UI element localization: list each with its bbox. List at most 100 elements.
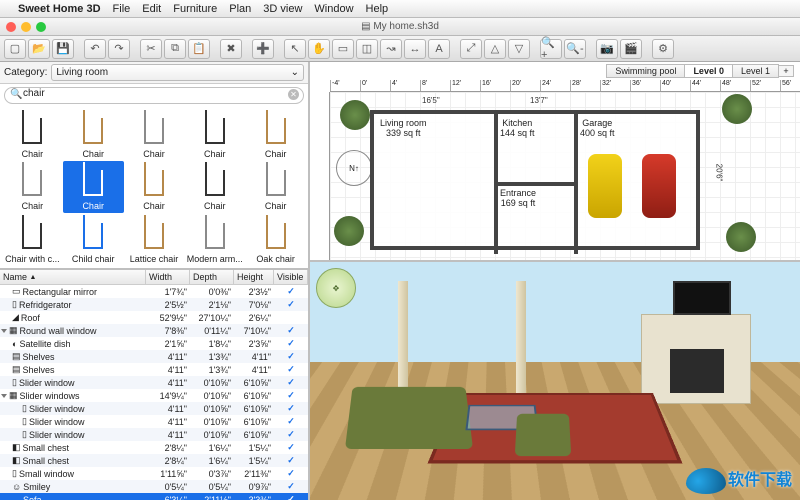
toolbar-preferences-button[interactable]: ⚙ — [652, 39, 674, 59]
app-menu[interactable]: Sweet Home 3D — [18, 3, 101, 15]
furniture-row[interactable]: ▭Rectangular mirror1'7¾"0'0⅜"2'3½"✓ — [0, 285, 308, 298]
category-select[interactable]: Living room ⌄ — [51, 64, 304, 81]
catalog-item[interactable]: Chair — [124, 108, 185, 161]
furniture-row[interactable]: ▯Slider window4'11"0'10⅝"6'10⅝"✓ — [0, 428, 308, 441]
catalog-item[interactable]: Lattice chair — [124, 213, 185, 266]
disclosure-triangle-icon[interactable] — [1, 394, 7, 398]
menu-3dview[interactable]: 3D view — [263, 3, 302, 15]
furniture-row[interactable]: ▯Small window1'11⅝"0'3⅞"2'11⅜"✓ — [0, 467, 308, 480]
furniture-row[interactable]: ▦Round wall window7'8⅜"0'11¼"7'10¼"✓ — [0, 324, 308, 337]
furniture-row[interactable]: ◧Small chest2'8¼"1'6¼"1'5¼"✓ — [0, 454, 308, 467]
house-outline[interactable]: Living room339 sq ft Kitchen144 sq ft Entr… — [370, 110, 700, 250]
menu-file[interactable]: File — [113, 3, 131, 15]
plan-canvas[interactable]: N↑ 16'5" 13'7" 20'6" Living room339 sq f… — [330, 92, 800, 260]
toolbar-open-button[interactable]: 📂 — [28, 39, 50, 59]
window-close-button[interactable] — [6, 22, 16, 32]
room-label[interactable]: Kitchen144 sq ft — [500, 118, 535, 138]
furniture-row[interactable]: ◐Satellite dish2'1⅝"1'8¼"2'3⅝"✓ — [0, 337, 308, 350]
furniture-row[interactable]: ▦Slider windows14'9¼"0'10⅝"6'10⅝"✓ — [0, 389, 308, 402]
toolbar-copy-button[interactable]: ⧉ — [164, 39, 186, 59]
window-zoom-button[interactable] — [36, 22, 46, 32]
toolbar-paste-button[interactable]: 📋 — [188, 39, 210, 59]
plan-2d-panel[interactable]: Swimming pool Level 0 Level 1 + -4'0'4'8… — [310, 62, 800, 262]
view-3d-panel[interactable]: ✥ 软件下载 — [310, 262, 800, 500]
toolbar-redo-button[interactable]: ↷ — [108, 39, 130, 59]
toolbar-new-button[interactable]: ▢ — [4, 39, 26, 59]
visible-checkbox[interactable]: ✓ — [287, 429, 295, 439]
furniture-list-body[interactable]: ▭Rectangular mirror1'7¾"0'0⅜"2'3½"✓▯Refr… — [0, 285, 308, 500]
catalog-item[interactable]: Chair — [2, 108, 63, 161]
furniture-row[interactable]: ▯Refridgerator2'5½"2'1⅛"7'0⅛"✓ — [0, 298, 308, 311]
catalog-item[interactable]: Chair — [2, 161, 63, 214]
furniture-row[interactable]: ▯Slider window4'11"0'10⅝"6'10⅝"✓ — [0, 415, 308, 428]
toolbar-zoom-in-button[interactable]: 🔍+ — [540, 39, 562, 59]
visible-checkbox[interactable]: ✓ — [287, 468, 295, 478]
tab-level-1[interactable]: Level 1 — [732, 64, 779, 78]
visible-checkbox[interactable]: ✓ — [287, 377, 295, 387]
furniture-row[interactable]: ☺Smiley0'5¼"0'5¼"0'9⅞"✓ — [0, 480, 308, 493]
catalog-item[interactable]: Chair — [184, 161, 245, 214]
toolbar-photo-button[interactable]: 📷 — [596, 39, 618, 59]
menu-edit[interactable]: Edit — [142, 3, 161, 15]
col-header-depth[interactable]: Depth — [190, 270, 234, 284]
plant-icon[interactable] — [726, 222, 756, 252]
catalog-search-input[interactable]: 🔍 chair ✕ — [4, 87, 304, 104]
visible-checkbox[interactable]: ✓ — [287, 455, 295, 465]
tab-swimming-pool[interactable]: Swimming pool — [606, 64, 685, 78]
toolbar-polyline-button[interactable]: ↝ — [380, 39, 402, 59]
toolbar-zoom-out-button[interactable]: 🔍- — [564, 39, 586, 59]
toolbar-undo-button[interactable]: ↶ — [84, 39, 106, 59]
catalog-item[interactable]: Chair — [63, 161, 124, 214]
furniture-row[interactable]: ▯Slider window4'11"0'10⅝"6'10⅝"✓ — [0, 376, 308, 389]
col-header-name[interactable]: Name ▲ — [0, 270, 146, 284]
furniture-row[interactable]: ▯Slider window4'11"0'10⅝"6'10⅝"✓ — [0, 402, 308, 415]
visible-checkbox[interactable]: ✓ — [287, 364, 295, 374]
col-header-visible[interactable]: Visible — [274, 270, 308, 284]
catalog-item[interactable]: Chair — [63, 108, 124, 161]
visible-checkbox[interactable]: ✓ — [287, 299, 295, 309]
col-header-height[interactable]: Height — [234, 270, 274, 284]
disclosure-triangle-icon[interactable] — [1, 329, 7, 333]
toolbar-room-button[interactable]: ◫ — [356, 39, 378, 59]
window-minimize-button[interactable] — [21, 22, 31, 32]
catalog-item[interactable]: Chair — [124, 161, 185, 214]
plant-icon[interactable] — [722, 94, 752, 124]
catalog-item[interactable]: Oak chair — [245, 213, 306, 266]
catalog-item[interactable]: Chair with c... — [2, 213, 63, 266]
toolbar-wall-button[interactable]: ▭ — [332, 39, 354, 59]
furniture-row[interactable]: ▤Shelves4'11"1'3¾"4'11"✓ — [0, 350, 308, 363]
catalog-item[interactable]: Chair — [184, 108, 245, 161]
visible-checkbox[interactable]: ✓ — [287, 338, 295, 348]
tab-level-0[interactable]: Level 0 — [684, 64, 733, 78]
toolbar-plan-down-button[interactable]: ▽ — [508, 39, 530, 59]
toolbar-save-button[interactable]: 💾 — [52, 39, 74, 59]
col-header-width[interactable]: Width — [146, 270, 190, 284]
menu-help[interactable]: Help — [366, 3, 389, 15]
toolbar-plan-scale-button[interactable]: ⤢ — [460, 39, 482, 59]
toolbar-cut-button[interactable]: ✂ — [140, 39, 162, 59]
toolbar-plan-up-button[interactable]: △ — [484, 39, 506, 59]
visible-checkbox[interactable]: ✓ — [287, 351, 295, 361]
room-label[interactable]: Living room339 sq ft — [380, 118, 427, 138]
visible-checkbox[interactable]: ✓ — [287, 494, 295, 500]
visible-checkbox[interactable]: ✓ — [287, 416, 295, 426]
furniture-row[interactable]: ▬Sofa6'3¼"2'11½"3'3⅜"✓ — [0, 493, 308, 500]
toolbar-dimension-button[interactable]: ↔ — [404, 39, 426, 59]
visible-checkbox[interactable]: ✓ — [287, 325, 295, 335]
room-label[interactable]: Entrance169 sq ft — [500, 188, 536, 208]
visible-checkbox[interactable]: ✓ — [287, 442, 295, 452]
furniture-row[interactable]: ◧Small chest2'8¼"1'6¼"1'5¼"✓ — [0, 441, 308, 454]
menu-plan[interactable]: Plan — [229, 3, 251, 15]
car-icon[interactable] — [642, 154, 676, 218]
3d-nav-widget[interactable]: ✥ — [316, 268, 356, 308]
furniture-row[interactable]: ◢Roof52'9½"27'10¼"2'6¼" — [0, 311, 308, 324]
visible-checkbox[interactable]: ✓ — [287, 481, 295, 491]
plant-icon[interactable] — [340, 100, 370, 130]
toolbar-select-button[interactable]: ↖ — [284, 39, 306, 59]
furniture-row[interactable]: ▤Shelves4'11"1'3¾"4'11"✓ — [0, 363, 308, 376]
toolbar-delete-button[interactable]: ✖ — [220, 39, 242, 59]
catalog-item[interactable]: Chair — [245, 161, 306, 214]
catalog-item[interactable]: Chair — [245, 108, 306, 161]
visible-checkbox[interactable]: ✓ — [287, 390, 295, 400]
plant-icon[interactable] — [334, 216, 364, 246]
